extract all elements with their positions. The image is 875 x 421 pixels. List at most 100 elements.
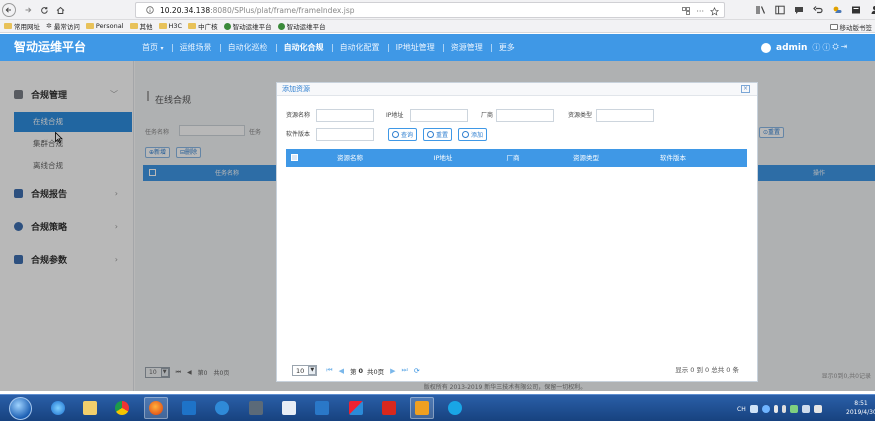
nav-auto-inspection[interactable]: 自动化巡检 [219,42,276,53]
network-icon[interactable] [801,405,810,413]
firefox-app-icon[interactable] [144,397,168,419]
flag-icon[interactable] [789,405,798,413]
home-icon[interactable] [52,2,68,18]
bookmark-item[interactable]: 其他 [129,21,153,31]
remote-app-icon[interactable] [277,397,301,419]
url-actions: ··· [682,3,719,19]
prev-page-icon[interactable]: ◀ [339,367,344,375]
copyright-footer: 版权所有 2013-2019 新华三技术有限公司，保留一切权利。 [423,384,587,391]
clock-time: 8:51 [854,400,868,407]
ip-input[interactable] [410,109,468,122]
close-icon[interactable]: × [741,85,750,93]
refresh-icon[interactable]: ⟳ [414,367,420,375]
browser-toolbar: 10.20.34.138:8080/SPlus/plat/frame/frame… [0,0,875,20]
chrome-app-icon[interactable] [110,397,134,419]
tools-app-icon[interactable] [410,397,434,419]
user-area: admin ⓘ ⓘ ⛭ ⇥ [761,34,848,61]
user-avatar-icon[interactable] [761,42,771,53]
settings-icon[interactable]: ⛭ [832,42,838,53]
outlook-app-icon[interactable] [177,397,201,419]
logout-icon[interactable]: ⇥ [841,42,848,53]
qr-icon[interactable] [682,7,691,15]
col-resource-type[interactable]: 资源类型 [541,149,631,167]
reload-icon[interactable] [36,2,52,18]
undo-extension-icon[interactable] [813,5,823,15]
help-tray-icon[interactable] [761,405,770,413]
app-brand: 智动运维平台 [14,40,87,54]
resource-table-header: 资源名称 IP地址 厂商 资源类型 软件版本 [286,149,747,167]
next-page-icon[interactable]: ▶ [390,367,395,375]
arrow-up-icon[interactable] [781,405,786,413]
help-icon[interactable]: ⓘ [822,42,830,53]
vendor-input[interactable] [496,109,554,122]
resource-type-input[interactable] [596,109,654,122]
forward-icon[interactable] [20,2,36,18]
url-bar[interactable]: 10.20.34.138:8080/SPlus/plat/frame/frame… [135,2,725,18]
folder-icon [4,23,12,29]
software-version-label: 软件版本 [286,131,311,138]
weather-extension-icon[interactable] [832,5,842,15]
nav-resource-management[interactable]: 资源管理 [442,42,491,53]
nav-auto-config[interactable]: 自动化配置 [331,42,388,53]
query-button[interactable]: 查询 [388,128,418,141]
page-actions-menu[interactable]: ··· [696,7,704,16]
bookmark-item[interactable]: 常用网址 [4,21,40,31]
volume-icon[interactable] [813,405,822,413]
pen-icon[interactable] [773,405,778,413]
folder-icon [129,23,138,29]
bookmark-item[interactable]: 智动运维平台 [223,21,272,31]
first-page-icon[interactable]: ⏮ [326,366,332,375]
user-name[interactable]: admin [776,43,807,53]
resource-name-input[interactable] [316,109,374,122]
chart-app-icon[interactable] [344,397,368,419]
bookmark-item[interactable]: Personal [85,22,124,30]
bookmarks-bar: 常用网址 ✲ 最常访问 Personal 其他 H3C 中广核 智动运维平台 智动… [0,20,875,33]
skype-app-icon[interactable] [443,397,467,419]
input-language[interactable]: CH [737,406,746,413]
profile-extension-icon[interactable] [870,5,875,15]
bookmark-item[interactable]: 中广核 [188,21,218,31]
resource-name-label: 资源名称 [286,112,311,119]
bookmark-item[interactable]: H3C [158,22,182,30]
bookmark-item[interactable]: ✲ 最常访问 [46,21,80,31]
lync-app-icon[interactable] [210,397,234,419]
last-page-icon[interactable]: ⏭ [402,366,408,375]
info-icon[interactable]: ⓘ [812,42,820,53]
nav-scenarios[interactable]: 运维场景 [171,42,220,53]
select-all-checkbox[interactable] [291,154,298,161]
ip-label: IP地址 [386,112,404,119]
bookmark-item[interactable]: 智动运维平台 [277,21,326,31]
screenshot-extension-icon[interactable] [851,5,861,15]
info-icon[interactable] [146,6,154,14]
folder-icon [158,23,167,29]
page-number[interactable]: 0 [358,367,363,375]
windows-start-icon[interactable] [9,397,32,420]
clock[interactable]: 8:51 2019/4/30 [846,399,875,417]
nav-ip-management[interactable]: IP地址管理 [387,42,443,53]
page-size-select[interactable]: 10 ▼ [292,365,318,376]
sidebar-icon[interactable] [775,5,785,15]
chat-extension-icon[interactable] [794,5,804,15]
col-resource-name[interactable]: 资源名称 [306,149,394,167]
explorer-app-icon[interactable] [78,397,102,419]
add-button[interactable]: 添加 [458,128,488,141]
back-icon[interactable] [2,3,16,17]
keyboard-icon[interactable] [749,405,758,413]
library-icon[interactable] [756,5,766,15]
nav-more[interactable]: 更多 [490,42,523,53]
pdf-app-icon[interactable] [377,397,401,419]
col-software-version[interactable]: 软件版本 [626,149,720,167]
plus-circle-icon [462,131,469,138]
bookmark-star-icon[interactable] [710,6,719,16]
nav-home[interactable]: 首页 ▾ [134,42,172,53]
folder-icon [188,23,197,29]
mobile-bookmarks[interactable]: 移动版书签 [829,20,875,33]
ie-app-icon[interactable] [46,397,70,419]
globe-icon [223,22,231,30]
software-version-input[interactable] [316,128,374,141]
network-app-icon[interactable] [310,397,334,419]
reset-button[interactable]: 重置 [423,128,453,141]
taskbar: CH 8:51 2019/4/30 [0,394,875,421]
nav-auto-compliance[interactable]: 自动化合规 [275,42,332,53]
terminal-app-icon[interactable] [244,397,268,419]
